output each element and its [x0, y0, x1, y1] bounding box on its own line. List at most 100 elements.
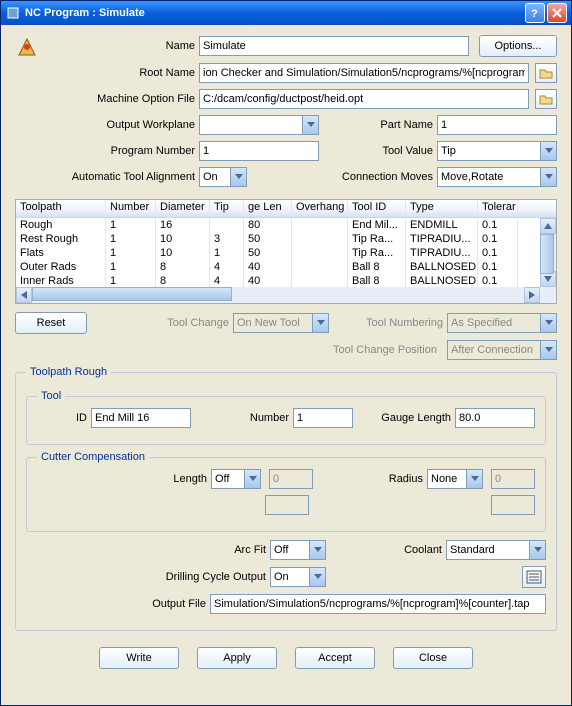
col-number[interactable]: Number: [106, 200, 156, 217]
browse-root-button[interactable]: [535, 63, 557, 83]
nc-program-dialog: NC Program : Simulate ? Name Options... …: [0, 0, 572, 706]
table-row[interactable]: Rough11680End Mil...ENDMILL0.1: [16, 218, 556, 232]
app-icon: [5, 5, 21, 21]
tool-numbering-select: As Specified: [447, 313, 557, 333]
root-name-label: Root Name: [45, 67, 195, 79]
table-cell: BALLNOSED: [406, 260, 478, 274]
output-workplane-label: Output Workplane: [45, 119, 195, 131]
output-file-label: Output File: [26, 598, 206, 610]
cutter-group-title: Cutter Compensation: [37, 451, 149, 463]
accept-button[interactable]: Accept: [295, 647, 375, 669]
scroll-corner: [540, 287, 556, 303]
connection-moves-value: Move,Rotate: [441, 171, 503, 183]
radius-label: Radius: [317, 473, 423, 485]
output-file-field[interactable]: [210, 594, 546, 614]
table-cell: 0.1: [478, 246, 518, 260]
table-cell: 1: [106, 218, 156, 232]
col-tip[interactable]: Tip: [210, 200, 244, 217]
connection-moves-select[interactable]: Move,Rotate: [437, 167, 557, 187]
tool-change-value: On New Tool: [237, 317, 300, 329]
table-cell: Rough: [16, 218, 106, 232]
name-label: Name: [45, 40, 195, 52]
output-workplane-select[interactable]: [199, 115, 319, 135]
col-toolid[interactable]: Tool ID: [348, 200, 406, 217]
root-name-field[interactable]: [199, 63, 529, 83]
chevron-down-icon: [230, 168, 246, 186]
tool-id-field[interactable]: [91, 408, 191, 428]
tool-numbering-value: As Specified: [451, 317, 512, 329]
col-toolpath[interactable]: Toolpath: [16, 200, 106, 217]
tool-value-value: Tip: [441, 145, 456, 157]
table-cell: Inner Rads: [16, 274, 106, 288]
table-cell: 3: [210, 232, 244, 246]
radius-select[interactable]: None: [427, 469, 483, 489]
length-value: Off: [215, 473, 229, 485]
table-cell: 1: [106, 232, 156, 246]
table-cell: 4: [210, 274, 244, 288]
table-cell: 0.1: [478, 260, 518, 274]
chevron-down-icon: [540, 142, 556, 160]
tool-change-label: Tool Change: [91, 317, 229, 329]
arc-fit-select[interactable]: Off: [270, 540, 326, 560]
chevron-down-icon: [540, 314, 556, 332]
col-gelen[interactable]: ge Len: [244, 200, 292, 217]
folder-open-icon: [539, 67, 553, 79]
tool-change-select: On New Tool: [233, 313, 329, 333]
auto-tool-align-select[interactable]: On: [199, 167, 247, 187]
col-overhang[interactable]: Overhang: [292, 200, 348, 217]
apply-button[interactable]: Apply: [197, 647, 277, 669]
table-row[interactable]: Flats110150Tip Ra...TIPRADIU...0.1: [16, 246, 556, 260]
table-cell: ENDMILL: [406, 218, 478, 232]
table-cell: [292, 246, 348, 260]
machine-option-field[interactable]: [199, 89, 529, 109]
auto-tool-align-value: On: [203, 171, 218, 183]
table-cell: 1: [106, 246, 156, 260]
coolant-value: Standard: [450, 544, 495, 556]
length-extra-field: [265, 495, 309, 515]
name-field[interactable]: [199, 36, 469, 56]
col-type[interactable]: Type: [406, 200, 478, 217]
gauge-length-field[interactable]: [455, 408, 535, 428]
drilling-select[interactable]: On: [270, 567, 326, 587]
scroll-up-icon[interactable]: [540, 218, 556, 234]
text-output-button[interactable]: [522, 566, 546, 588]
chevron-down-icon: [309, 541, 325, 559]
table-row[interactable]: Outer Rads18440Ball 8BALLNOSED0.1: [16, 260, 556, 274]
col-diameter[interactable]: Diameter: [156, 200, 210, 217]
content: Name Options... Root Name Machine Option…: [1, 25, 571, 705]
write-button[interactable]: Write: [99, 647, 179, 669]
scroll-right-icon[interactable]: [524, 287, 540, 303]
tool-value-select[interactable]: Tip: [437, 141, 557, 161]
footer-buttons: Write Apply Accept Close: [15, 647, 557, 669]
drilling-label: Drilling Cycle Output: [26, 571, 266, 583]
scroll-thumb[interactable]: [540, 234, 554, 274]
browse-machine-button[interactable]: [535, 89, 557, 109]
table-row[interactable]: Rest Rough110350Tip Ra...TIPRADIU...0.1: [16, 232, 556, 246]
scroll-thumb[interactable]: [32, 287, 232, 301]
chevron-down-icon: [309, 568, 325, 586]
vertical-scrollbar[interactable]: [540, 218, 556, 287]
connection-moves-label: Connection Moves: [251, 171, 433, 183]
table-cell: 0.1: [478, 232, 518, 246]
table-row[interactable]: Inner Rads18440Ball 8BALLNOSED0.1: [16, 274, 556, 288]
reset-button[interactable]: Reset: [15, 312, 87, 334]
toolpath-table[interactable]: Toolpath Number Diameter Tip ge Len Over…: [15, 199, 557, 304]
program-number-field[interactable]: [199, 141, 319, 161]
tool-number-field[interactable]: [293, 408, 353, 428]
toolpath-section: Toolpath Rough Tool ID Number Gauge Leng…: [15, 366, 557, 631]
table-cell: Outer Rads: [16, 260, 106, 274]
length-select[interactable]: Off: [211, 469, 261, 489]
close-dialog-button[interactable]: Close: [393, 647, 473, 669]
coolant-select[interactable]: Standard: [446, 540, 546, 560]
chevron-down-icon: [466, 470, 482, 488]
close-button[interactable]: [547, 3, 567, 23]
horizontal-scrollbar[interactable]: [16, 287, 540, 303]
options-button[interactable]: Options...: [479, 35, 557, 57]
chevron-down-icon: [540, 341, 556, 359]
tool-group-title: Tool: [37, 390, 65, 402]
col-tolerance[interactable]: Tolerar: [478, 200, 518, 217]
scroll-left-icon[interactable]: [16, 287, 32, 303]
help-button[interactable]: ?: [525, 3, 545, 23]
table-cell: TIPRADIU...: [406, 246, 478, 260]
part-name-field[interactable]: [437, 115, 557, 135]
